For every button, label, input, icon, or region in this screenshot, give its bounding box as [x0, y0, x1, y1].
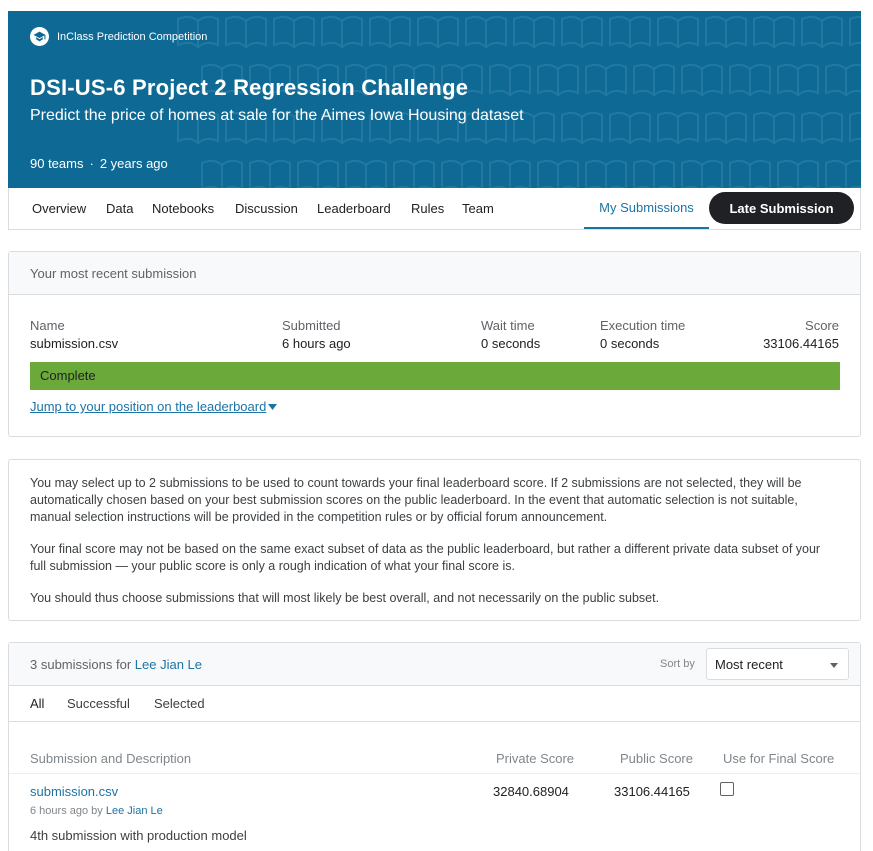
sort-label: Sort by [660, 658, 695, 670]
column-label: Score [805, 318, 839, 333]
competition-age: 2 years ago [99, 156, 168, 171]
competition-subtitle: Predict the price of homes at sale for t… [30, 107, 524, 124]
submissions-count-text: 3 submissions for [30, 657, 132, 672]
table-divider [9, 773, 860, 774]
column-label: Name [30, 318, 65, 333]
competition-nav: Overview Data Notebooks Discussion Leade… [8, 188, 861, 230]
column-label: Execution time [600, 318, 686, 333]
submission-meta: 6 hours ago by Lee Jian Le [30, 805, 163, 817]
recent-submission-card: Your most recent submission Name submiss… [8, 251, 861, 437]
tab-notebooks[interactable]: Notebooks [152, 201, 214, 216]
caret-down-icon [268, 403, 278, 410]
public-score: 33106.44165 [614, 784, 690, 799]
submission-description: 4th submission with production model [30, 828, 247, 843]
info-paragraph: You should thus choose submissions that … [30, 591, 660, 605]
submission-user-link[interactable]: Lee Jian Le [106, 805, 163, 817]
column-header-private: Private Score [496, 751, 575, 766]
status-bar: Complete [30, 362, 840, 390]
recent-score-column: Score 33106.44165 [763, 318, 839, 351]
column-value: submission.csv [30, 336, 119, 351]
column-label: Wait time [481, 318, 535, 333]
info-paragraph: Your final score may not be based on the… [30, 542, 821, 573]
tab-discussion[interactable]: Discussion [235, 201, 298, 216]
submissions-list-header: 3 submissions for Lee Jian Le Sort by Mo… [9, 643, 860, 686]
chevron-down-icon [830, 663, 838, 668]
competition-title: DSI-US-6 Project 2 Regression Challenge [30, 75, 469, 100]
column-value: 33106.44165 [763, 336, 839, 351]
jump-link-label: Jump to your position on the leaderboard [30, 399, 267, 414]
recent-wait-column: Wait time 0 seconds [481, 318, 540, 351]
column-label: Submitted [282, 318, 341, 333]
competition-meta: 90 teams · 2 years ago [30, 156, 168, 171]
submissions-count: 3 submissions for Lee Jian Le [30, 657, 202, 672]
column-header-public: Public Score [620, 751, 693, 766]
late-submission-button[interactable]: Late Submission [709, 192, 854, 224]
graduation-cap-icon [30, 27, 49, 46]
column-value: 0 seconds [600, 336, 660, 351]
competition-type: InClass Prediction Competition [30, 27, 207, 46]
recent-submission-header: Your most recent submission [9, 252, 860, 295]
competition-type-label: InClass Prediction Competition [57, 30, 208, 43]
submission-by: by [91, 805, 103, 817]
recent-submitted-column: Submitted 6 hours ago [282, 318, 351, 351]
tab-data[interactable]: Data [106, 201, 133, 216]
teams-count: 90 teams [30, 156, 84, 171]
submissions-list-card: 3 submissions for Lee Jian Le Sort by Mo… [8, 642, 861, 851]
filter-selected[interactable]: Selected [154, 696, 205, 711]
tab-team[interactable]: Team [462, 201, 494, 216]
tab-leaderboard[interactable]: Leaderboard [317, 201, 391, 216]
recent-name-column: Name submission.csv [30, 318, 118, 351]
sort-select-value: Most recent [715, 657, 783, 672]
user-link[interactable]: Lee Jian Le [135, 657, 202, 672]
jump-to-leaderboard-link[interactable]: Jump to your position on the leaderboard [30, 399, 278, 414]
submission-filters: All Successful Selected [9, 686, 860, 722]
competition-header: InClass Prediction Competition DSI-US-6 … [8, 11, 861, 188]
submission-file-link[interactable]: submission.csv [30, 784, 118, 799]
sort-select[interactable]: Most recent [706, 648, 849, 680]
filter-successful[interactable]: Successful [67, 696, 130, 711]
recent-execution-column: Execution time 0 seconds [600, 318, 685, 351]
submission-age: 6 hours ago [30, 805, 89, 817]
column-header-description: Submission and Description [30, 751, 192, 766]
meta-separator: · [89, 156, 94, 171]
tab-overview[interactable]: Overview [32, 201, 86, 216]
private-score: 32840.68904 [493, 784, 569, 799]
use-for-final-score-checkbox[interactable] [720, 782, 734, 796]
info-paragraph: You may select up to 2 submissions to be… [30, 476, 802, 524]
tab-rules[interactable]: Rules [411, 201, 444, 216]
filter-all[interactable]: All [30, 696, 44, 711]
column-header-final: Use for Final Score [723, 751, 835, 766]
selection-info-card: You may select up to 2 submissions to be… [8, 459, 861, 621]
column-value: 0 seconds [481, 336, 541, 351]
tab-my-submissions[interactable]: My Submissions [584, 188, 709, 229]
column-value: 6 hours ago [282, 336, 351, 351]
